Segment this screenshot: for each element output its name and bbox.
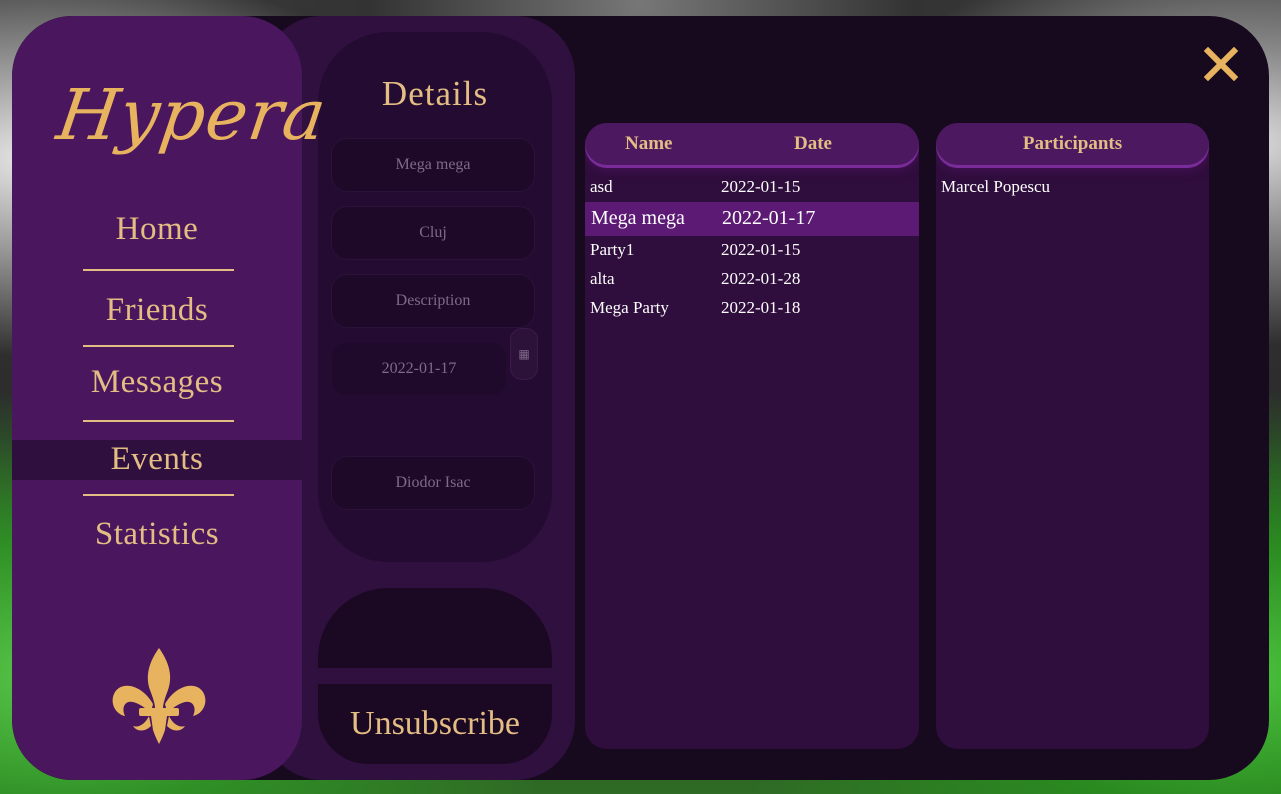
table-row[interactable]: asd 2022-01-15 <box>585 173 919 202</box>
details-footer-panel <box>318 588 552 668</box>
app-window: Hypera Home Friends Messages Events Stat… <box>12 16 1269 780</box>
nav-divider <box>83 269 234 271</box>
event-description-field[interactable]: Description <box>331 274 535 328</box>
event-name-cell: asd <box>590 177 613 196</box>
sidebar-item-home[interactable]: Home <box>12 211 302 248</box>
table-row-selected[interactable]: Mega mega 2022-01-17 <box>585 202 919 236</box>
details-title: Details <box>381 74 489 113</box>
column-header-name[interactable]: Name <box>625 133 672 155</box>
event-name-cell: Mega mega <box>591 207 685 229</box>
column-header-participants[interactable]: Participants <box>936 133 1209 155</box>
nav-divider <box>83 494 234 496</box>
nav-divider <box>83 420 234 422</box>
nav-divider <box>83 345 234 347</box>
table-row[interactable]: Mega Party 2022-01-18 <box>585 294 919 323</box>
event-date-cell: 2022-01-15 <box>721 240 801 259</box>
participant-name-cell: Marcel Popescu <box>941 177 1051 196</box>
app-logo: Hypera <box>52 74 332 156</box>
details-panel: Details Mega mega Cluj Description 2022-… <box>318 32 552 562</box>
events-table-header: Name Date <box>585 123 919 165</box>
unsubscribe-button[interactable]: Unsubscribe <box>318 684 552 764</box>
event-organizer-field[interactable]: Diodor Isac <box>331 456 535 510</box>
events-table: Name Date asd 2022-01-15 Mega mega 2022-… <box>585 123 919 749</box>
calendar-icon[interactable]: ▦ <box>510 328 538 380</box>
event-name-cell: alta <box>590 269 615 288</box>
event-name-cell: Party1 <box>590 240 635 259</box>
sidebar-item-statistics[interactable]: Statistics <box>12 516 302 553</box>
participants-table: Participants Marcel Popescu <box>936 123 1209 749</box>
sidebar-item-events[interactable]: Events <box>12 440 302 480</box>
participants-table-header: Participants <box>936 123 1209 165</box>
close-icon[interactable] <box>1204 47 1238 81</box>
column-header-date[interactable]: Date <box>794 133 832 155</box>
event-name-field[interactable]: Mega mega <box>331 138 535 192</box>
event-date-cell: 2022-01-18 <box>721 298 801 317</box>
event-date-cell: 2022-01-28 <box>721 269 801 288</box>
event-date-cell: 2022-01-17 <box>722 207 816 229</box>
table-row[interactable]: Marcel Popescu <box>936 173 1209 202</box>
fleur-de-lis-icon <box>112 648 206 744</box>
table-row[interactable]: alta 2022-01-28 <box>585 265 919 294</box>
event-date-field[interactable]: 2022-01-17 <box>331 342 507 396</box>
sidebar-item-messages[interactable]: Messages <box>12 364 302 401</box>
sidebar-item-friends[interactable]: Friends <box>12 292 302 329</box>
event-name-cell: Mega Party <box>590 298 669 317</box>
event-location-field[interactable]: Cluj <box>331 206 535 260</box>
event-date-cell: 2022-01-15 <box>721 177 801 196</box>
sidebar: Hypera Home Friends Messages Events Stat… <box>12 16 332 780</box>
table-row[interactable]: Party1 2022-01-15 <box>585 236 919 265</box>
